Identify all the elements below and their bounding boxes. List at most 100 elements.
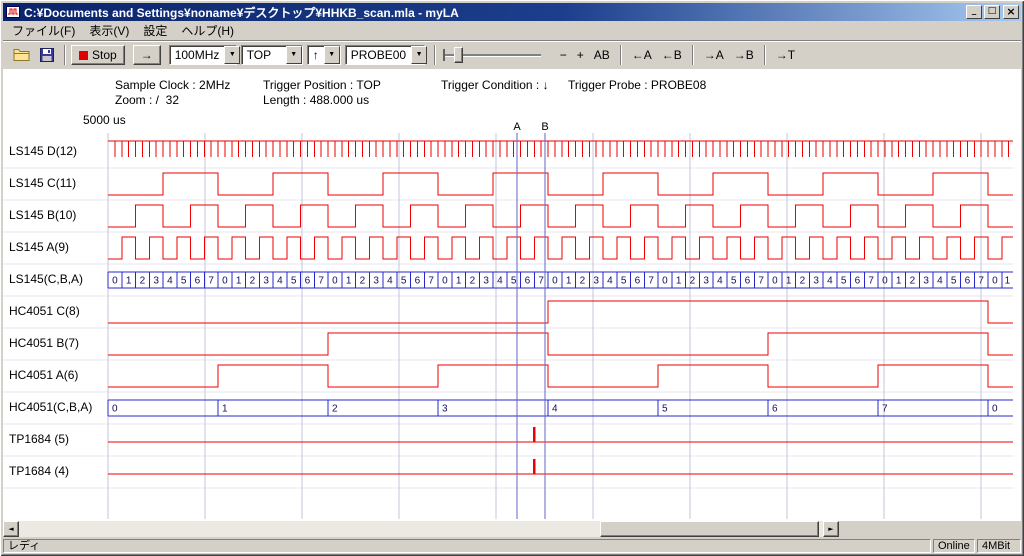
goto-trigger-button[interactable]: →T	[771, 45, 800, 65]
menu-item[interactable]: ヘルプ(H)	[174, 20, 241, 41]
move-a-left-button[interactable]: ←A	[627, 45, 657, 65]
svg-text:1: 1	[236, 276, 242, 287]
svg-text:0: 0	[882, 276, 888, 287]
svg-text:2: 2	[332, 404, 338, 415]
svg-text:4: 4	[387, 276, 393, 287]
maximize-button[interactable]: □	[984, 5, 1000, 19]
save-button[interactable]	[35, 45, 59, 65]
menu-item[interactable]: ファイル(F)	[5, 20, 82, 41]
svg-text:1: 1	[126, 276, 132, 287]
svg-text:0: 0	[222, 276, 228, 287]
svg-text:5: 5	[621, 276, 627, 287]
svg-text:3: 3	[483, 276, 489, 287]
trigger-condition-text: Trigger Condition : ↓	[441, 78, 549, 92]
stop-label: Stop	[92, 48, 117, 62]
svg-text:0: 0	[442, 276, 448, 287]
svg-text:4: 4	[497, 276, 503, 287]
svg-text:5: 5	[511, 276, 517, 287]
svg-text:5: 5	[181, 276, 187, 287]
zoom-out-button[interactable]: −	[555, 45, 572, 65]
toolbar-separator	[692, 45, 694, 65]
svg-text:3: 3	[263, 276, 269, 287]
stop-button[interactable]: Stop	[71, 45, 125, 65]
svg-text:4: 4	[937, 276, 943, 287]
svg-text:0: 0	[772, 276, 778, 287]
channel-wave	[108, 205, 1013, 227]
svg-text:2: 2	[910, 276, 916, 287]
channel-wave	[108, 141, 1013, 157]
channel-wave	[108, 173, 1013, 195]
channel-wave	[108, 459, 1013, 474]
cursor-label: A	[513, 121, 521, 133]
freq-select-value: 100MHz	[170, 48, 225, 62]
svg-text:6: 6	[305, 276, 311, 287]
svg-text:6: 6	[195, 276, 201, 287]
chevron-down-icon[interactable]: ▼	[324, 46, 340, 64]
svg-text:5: 5	[401, 276, 407, 287]
svg-text:5: 5	[291, 276, 297, 287]
toolbar-separator	[620, 45, 622, 65]
svg-text:7: 7	[208, 276, 214, 287]
svg-text:6: 6	[415, 276, 421, 287]
scrollbar-thumb[interactable]	[600, 521, 819, 537]
svg-text:0: 0	[332, 276, 338, 287]
freq-select[interactable]: 100MHz ▼	[169, 45, 237, 65]
svg-text:3: 3	[153, 276, 159, 287]
save-floppy-icon	[40, 48, 54, 62]
chevron-down-icon[interactable]: ▼	[286, 46, 302, 64]
probe-select-value: PROBE00	[346, 48, 411, 62]
ab-cursors-button[interactable]: AB	[589, 45, 615, 65]
zoom-in-button[interactable]: +	[572, 45, 589, 65]
scrollbar-track[interactable]	[19, 521, 823, 537]
svg-text:2: 2	[800, 276, 806, 287]
app-icon	[6, 5, 20, 19]
trigger-position-value: TOP	[242, 48, 286, 62]
probe-select[interactable]: PROBE00 ▼	[345, 45, 425, 65]
minimize-button[interactable]: _	[966, 5, 982, 19]
toolbar-separator	[764, 45, 766, 65]
move-b-right-button[interactable]: →B	[729, 45, 759, 65]
ready-status: レディ	[3, 539, 931, 553]
svg-text:1: 1	[222, 404, 228, 415]
channel-wave	[108, 333, 1013, 355]
menu-item[interactable]: 表示(V)	[82, 20, 136, 41]
h-scrollbar[interactable]: ◄ ►	[3, 521, 839, 537]
trigger-edge-value: ↑	[308, 48, 324, 62]
step-button[interactable]: →	[133, 45, 161, 65]
svg-text:2: 2	[470, 276, 476, 287]
toolbar: Stop → 100MHz ▼ TOP ▼ ↑ ▼ PROBE00 ▼ − +	[3, 40, 1021, 69]
chevron-down-icon[interactable]: ▼	[224, 46, 240, 64]
svg-text:6: 6	[525, 276, 531, 287]
svg-text:7: 7	[758, 276, 764, 287]
zoom-slider[interactable]	[443, 45, 541, 65]
svg-text:2: 2	[250, 276, 256, 287]
open-folder-icon	[13, 48, 30, 62]
waveform-svg[interactable]: 0123456701234567012345670123456701234567…	[3, 118, 1019, 522]
move-b-left-button[interactable]: ←B	[657, 45, 687, 65]
stop-icon	[79, 51, 88, 60]
open-button[interactable]	[8, 45, 35, 65]
svg-text:2: 2	[360, 276, 366, 287]
move-a-right-button[interactable]: →A	[699, 45, 729, 65]
svg-text:1: 1	[896, 276, 902, 287]
svg-text:6: 6	[772, 404, 778, 415]
online-badge: Online	[933, 539, 975, 553]
trigger-probe-text: Trigger Probe : PROBE08	[568, 78, 706, 92]
svg-text:1: 1	[346, 276, 352, 287]
scroll-left-button[interactable]: ◄	[3, 521, 19, 537]
chevron-down-icon[interactable]: ▼	[411, 46, 427, 64]
svg-text:3: 3	[813, 276, 819, 287]
svg-text:1: 1	[786, 276, 792, 287]
channel-wave: 012345670	[108, 400, 1013, 416]
svg-text:2: 2	[580, 276, 586, 287]
zoom-slider-thumb[interactable]	[454, 47, 463, 63]
app-window: C:¥Documents and Settings¥noname¥デスクトップ¥…	[0, 0, 1024, 556]
svg-text:0: 0	[112, 276, 118, 287]
svg-text:3: 3	[373, 276, 379, 287]
close-button[interactable]: ×	[1003, 5, 1019, 19]
titlebar[interactable]: C:¥Documents and Settings¥noname¥デスクトップ¥…	[3, 3, 1021, 21]
scroll-right-button[interactable]: ►	[823, 521, 839, 537]
trigger-edge-select[interactable]: ↑ ▼	[307, 45, 341, 65]
menu-item[interactable]: 設定	[136, 20, 174, 41]
trigger-position-select[interactable]: TOP ▼	[241, 45, 303, 65]
